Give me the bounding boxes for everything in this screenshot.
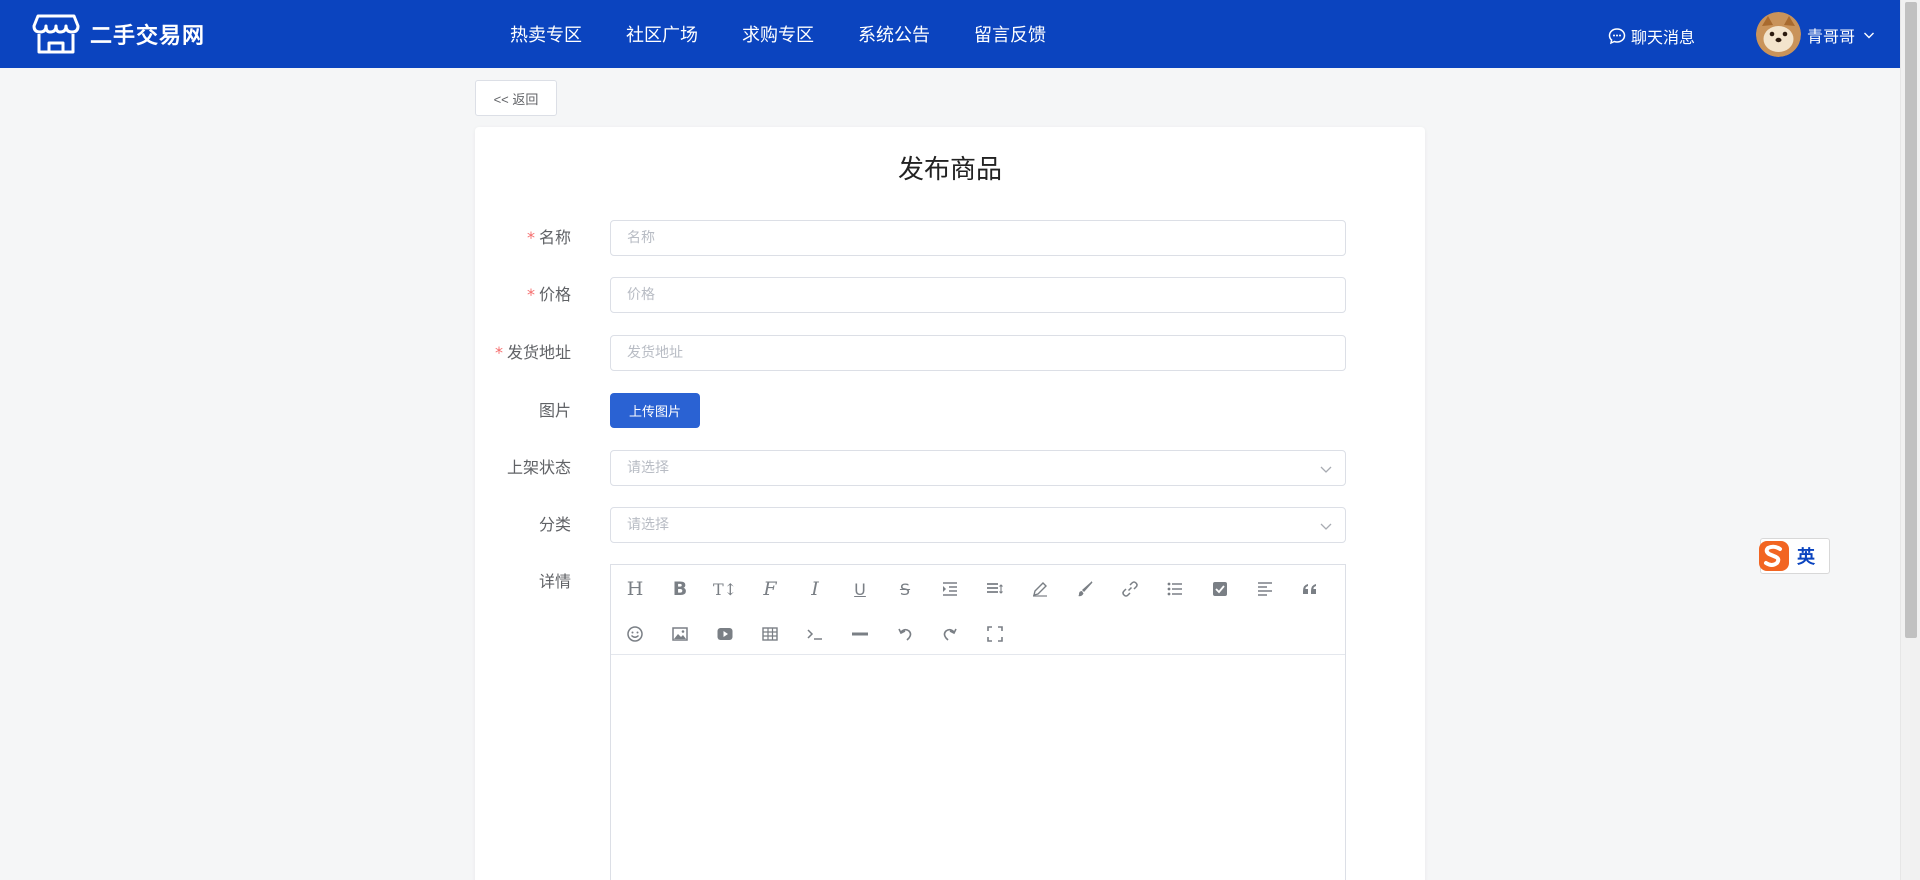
detail-label: 详情: [538, 572, 571, 591]
brush-icon[interactable]: [1071, 575, 1099, 603]
emoji-icon[interactable]: [621, 620, 649, 648]
line-height-icon[interactable]: [981, 575, 1009, 603]
back-button[interactable]: << 返回: [475, 80, 557, 116]
nav-announcements[interactable]: 系统公告: [858, 21, 930, 47]
nav-wanted[interactable]: 求购专区: [742, 21, 814, 47]
undo-icon[interactable]: [891, 620, 919, 648]
underline-icon[interactable]: U: [846, 575, 874, 603]
chevron-down-icon: [1864, 32, 1875, 38]
avatar: [1756, 12, 1801, 57]
status-label: 上架状态: [506, 458, 571, 477]
editor-content-area[interactable]: [611, 656, 1345, 880]
address-input[interactable]: [610, 335, 1346, 371]
chevron-down-icon: [1320, 466, 1332, 473]
site-logo[interactable]: 二手交易网: [32, 12, 205, 56]
form-row-category: 分类 请选择: [475, 507, 1425, 543]
divider-icon[interactable]: [846, 620, 874, 648]
checkbox-icon[interactable]: [1206, 575, 1234, 603]
link-icon[interactable]: [1116, 575, 1144, 603]
required-mark: *: [526, 285, 535, 304]
indent-icon[interactable]: [936, 575, 964, 603]
image-icon[interactable]: [666, 620, 694, 648]
upload-image-button[interactable]: 上传图片: [610, 393, 700, 428]
user-menu[interactable]: 青哥哥: [1756, 12, 1875, 57]
form-row-image: 图片 上传图片: [475, 393, 1425, 429]
video-icon[interactable]: [711, 620, 739, 648]
top-navbar: 二手交易网 热卖专区 社区广场 求购专区 系统公告 留言反馈 聊天消息 青哥哥: [0, 0, 1900, 68]
table-icon[interactable]: [756, 620, 784, 648]
nav-feedback[interactable]: 留言反馈: [974, 21, 1046, 47]
redo-icon[interactable]: [936, 620, 964, 648]
italic-icon[interactable]: I: [801, 575, 829, 603]
main-nav: 热卖专区 社区广场 求购专区 系统公告 留言反馈: [510, 0, 1090, 68]
sogou-logo-icon: [1759, 541, 1789, 571]
image-label: 图片: [538, 401, 571, 420]
font-size-icon[interactable]: T↕: [711, 575, 739, 603]
required-mark: *: [494, 343, 503, 362]
form-row-status: 上架状态 请选择: [475, 450, 1425, 486]
heading-icon[interactable]: H: [621, 575, 649, 603]
status-select-placeholder: 请选择: [627, 460, 669, 476]
form-row-address: * 发货地址: [475, 335, 1425, 371]
store-icon: [32, 14, 80, 54]
nav-community[interactable]: 社区广场: [626, 21, 698, 47]
chevron-down-icon: [1320, 523, 1332, 530]
list-icon[interactable]: [1161, 575, 1189, 603]
chat-bubble-icon: [1608, 28, 1626, 45]
status-select[interactable]: 请选择: [610, 450, 1346, 486]
form-row-name: * 名称: [475, 220, 1425, 256]
page-title: 发布商品: [897, 155, 1002, 185]
ime-language-label: 英: [1797, 547, 1815, 568]
nav-hot-sale[interactable]: 热卖专区: [510, 21, 582, 47]
category-select[interactable]: 请选择: [610, 507, 1346, 543]
detail-editor: H B T↕ F I U S: [610, 564, 1346, 880]
page-scrollbar[interactable]: [1900, 0, 1920, 880]
quote-icon[interactable]: [1296, 575, 1324, 603]
address-label: * 发货地址: [494, 343, 571, 362]
ime-toolbar[interactable]: 英: [1759, 538, 1830, 574]
name-input[interactable]: [610, 220, 1346, 256]
price-label: * 价格: [526, 285, 571, 304]
pen-icon[interactable]: [1026, 575, 1054, 603]
form-row-price: * 价格: [475, 277, 1425, 313]
user-name: 青哥哥: [1807, 26, 1856, 46]
chat-messages-link[interactable]: 聊天消息: [1608, 24, 1695, 48]
name-label: * 名称: [526, 228, 571, 247]
font-family-icon[interactable]: F: [756, 575, 784, 603]
strikethrough-icon[interactable]: S: [891, 575, 919, 603]
fullscreen-icon[interactable]: [981, 620, 1009, 648]
chat-label: 聊天消息: [1631, 28, 1696, 47]
site-name: 二手交易网: [90, 24, 206, 49]
required-mark: *: [526, 228, 535, 247]
category-select-placeholder: 请选择: [627, 517, 669, 533]
align-left-icon[interactable]: [1251, 575, 1279, 603]
bold-icon[interactable]: B: [666, 575, 694, 603]
price-input[interactable]: [610, 277, 1346, 313]
category-label: 分类: [538, 515, 571, 534]
scrollbar-thumb[interactable]: [1905, 2, 1917, 638]
editor-toolbar: H B T↕ F I U S: [611, 565, 1345, 655]
code-icon[interactable]: [801, 620, 829, 648]
